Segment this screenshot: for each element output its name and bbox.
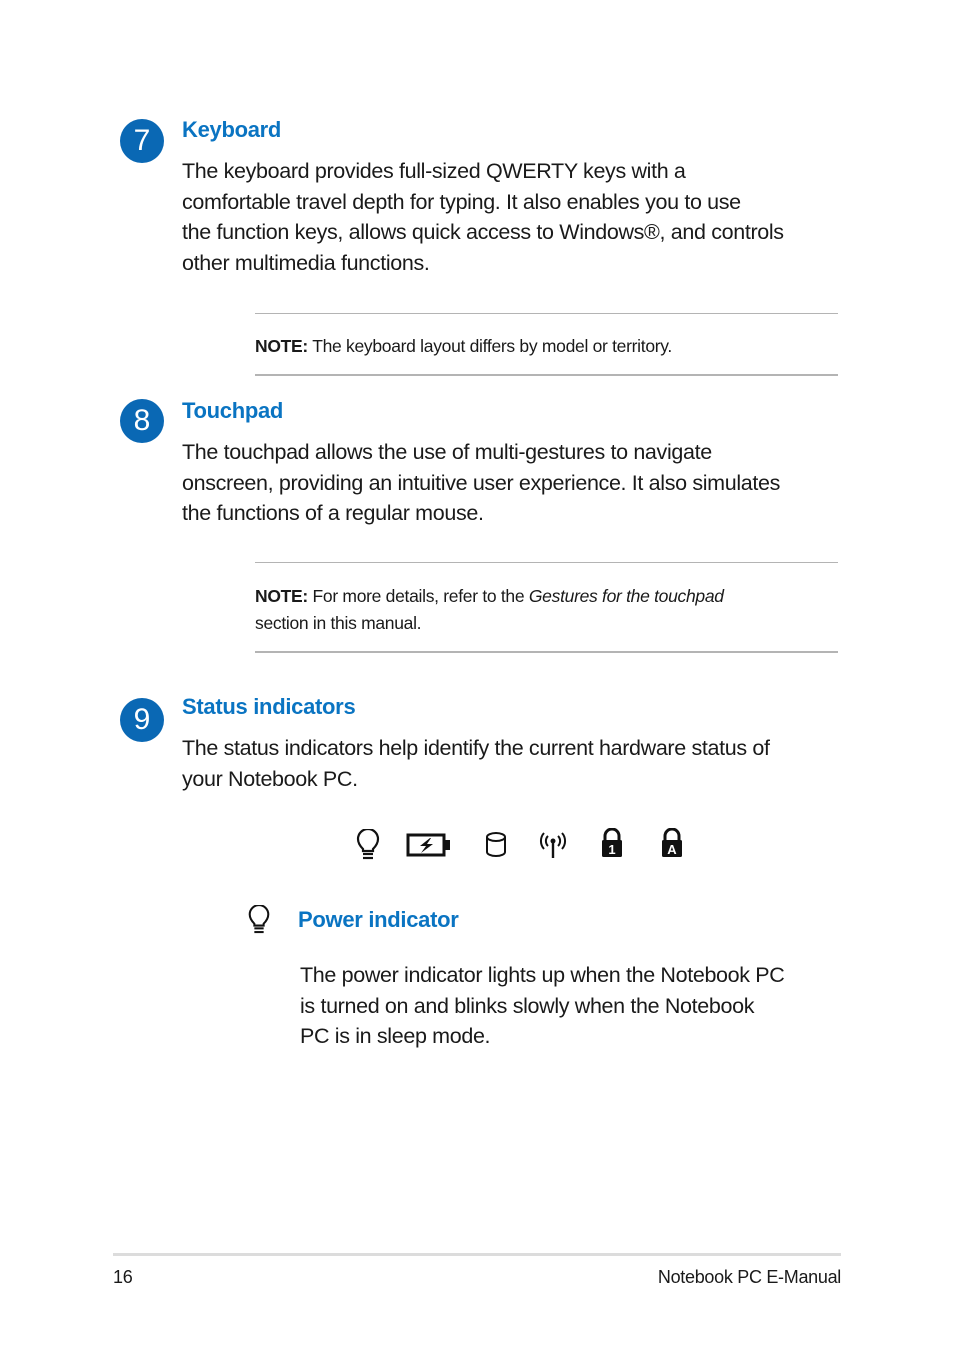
body-line: PC is in sleep mode. xyxy=(300,1024,491,1048)
drive-activity-icon xyxy=(486,832,506,857)
page-number: 16 xyxy=(113,1267,133,1287)
power-indicator-body: The power indicator lights up when the N… xyxy=(300,960,860,1052)
body-line: the function keys, allows quick access t… xyxy=(182,220,784,244)
section-number-badge: 7 xyxy=(120,119,164,163)
body-line: comfortable travel depth for typing. It … xyxy=(182,189,741,214)
note-body-continued: section in this manual. xyxy=(255,613,422,633)
body-line: The touchpad allows the use of multi-ges… xyxy=(182,440,712,464)
note-touchpad: NOTE: For more details, refer to the Ges… xyxy=(255,583,845,637)
body-line: is turned on and blinks slowly when the … xyxy=(300,993,755,1018)
section-body-keyboard: The keyboard provides full-sized QWERTY … xyxy=(182,156,862,278)
section-heading-status-indicators: Status indicators xyxy=(182,694,356,719)
section-number-badge: 9 xyxy=(120,698,164,742)
body-line: other multimedia functions. xyxy=(182,250,430,275)
power-indicator-heading: Power indicator xyxy=(298,907,459,932)
wireless-icon xyxy=(540,832,566,858)
note-label: NOTE: xyxy=(255,336,308,356)
body-line: The power indicator lights up when the N… xyxy=(300,963,785,987)
power-bulb-icon xyxy=(248,905,270,934)
body-line: onscreen, providing an intuitive user ex… xyxy=(182,470,780,495)
num-lock-icon: 1 xyxy=(602,828,622,857)
caps-lock-icon: A xyxy=(662,828,682,857)
note-keyboard: NOTE: The keyboard layout differs by mod… xyxy=(255,333,845,360)
section-heading-touchpad: Touchpad xyxy=(182,398,284,423)
body-line: The keyboard provides full-sized QWERTY … xyxy=(182,159,686,183)
manual-title: Notebook PC E-Manual xyxy=(657,1267,841,1287)
note-bottom-rule xyxy=(255,374,838,376)
battery-charging-icon xyxy=(406,833,450,857)
note-bottom-rule xyxy=(255,651,838,653)
note-label: NOTE: xyxy=(255,586,308,606)
power-bulb-icon xyxy=(356,829,380,860)
note-body: The keyboard layout differs by model or … xyxy=(307,336,672,356)
footer-rule xyxy=(113,1253,841,1256)
section-body-touchpad: The touchpad allows the use of multi-ges… xyxy=(182,437,862,529)
note-top-rule xyxy=(255,562,838,563)
note-top-rule xyxy=(255,313,838,314)
num-lock-char: 1 xyxy=(608,842,615,857)
note-body: For more details, refer to the xyxy=(307,586,529,606)
note-link-text: Gestures for the touchpad xyxy=(528,586,724,606)
body-line: the functions of a regular mouse. xyxy=(182,501,484,525)
caps-lock-char: A xyxy=(667,842,677,857)
section-heading-keyboard: Keyboard xyxy=(182,117,282,142)
section-body-status-indicators: The status indicators help identify the … xyxy=(182,733,862,794)
section-number-badge: 8 xyxy=(120,399,164,443)
body-line: The status indicators help identify the … xyxy=(182,736,770,760)
body-line: your Notebook PC. xyxy=(182,766,358,791)
